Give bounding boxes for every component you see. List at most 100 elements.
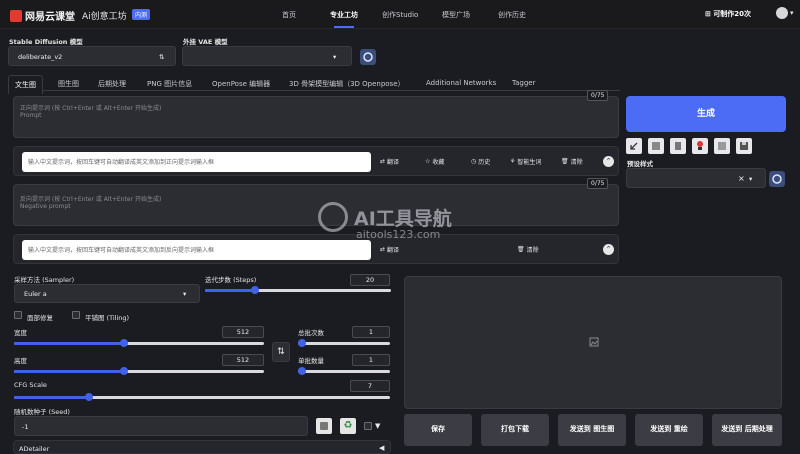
top-bar: 网易云课堂 Ai创意工坊 内测 首页 专业工坊 创作Studio 模型广场 创作… xyxy=(0,0,800,29)
swap-icon: ⇅ xyxy=(277,347,285,357)
cfg-scale-slider[interactable] xyxy=(14,393,390,401)
refresh-button[interactable] xyxy=(360,49,376,65)
cfg-scale-input[interactable]: 7 xyxy=(350,380,390,392)
tab-txt2img[interactable]: 文生图 xyxy=(8,75,43,94)
nav-pro-workshop[interactable]: 专业工坊 xyxy=(330,10,358,20)
tab-tagger[interactable]: Tagger xyxy=(512,79,535,87)
nav-home[interactable]: 首页 xyxy=(282,10,296,20)
tab-openpose[interactable]: OpenPose 编辑器 xyxy=(212,79,270,89)
batch-size-input[interactable]: 1 xyxy=(352,354,390,366)
credits-counter[interactable]: ⊞ 可制作20次 xyxy=(705,9,751,19)
sampler-select[interactable]: Euler a ▾ xyxy=(14,284,200,303)
save-button[interactable]: 保存 xyxy=(404,414,472,446)
clock-icon: ◷ xyxy=(471,158,477,165)
avatar[interactable] xyxy=(776,7,788,19)
download-zip-button[interactable]: 打包下载 xyxy=(481,414,549,446)
height-slider[interactable] xyxy=(14,367,264,375)
tiling-label: 平铺图 (Tiling) xyxy=(85,314,130,322)
trash-icon[interactable] xyxy=(670,138,686,154)
batch-size-slider[interactable] xyxy=(298,367,390,375)
nav-studio[interactable]: 创作Studio xyxy=(382,10,418,20)
width-input[interactable]: 512 xyxy=(222,326,264,338)
star-icon: ☆ xyxy=(425,158,431,165)
paste-icon[interactable] xyxy=(648,138,664,154)
favorite-button[interactable]: ☆ 收藏 xyxy=(425,157,444,166)
translate-button[interactable]: ⇄ 翻译 xyxy=(380,245,399,254)
negative-token-counter: 0/75 xyxy=(587,178,609,189)
negative-prompt-textarea[interactable]: 反向提示词 (按 Ctrl+Enter 或 Alt+Enter 开始生成) Ne… xyxy=(13,184,619,226)
refresh-icon xyxy=(363,52,373,62)
slider-handle[interactable] xyxy=(120,339,128,347)
brand-title: Ai创意工坊 xyxy=(82,12,127,22)
chevron-down-icon: ▾ xyxy=(183,290,187,298)
tiling-checkbox[interactable] xyxy=(72,311,80,319)
tab-additional-networks[interactable]: Additional Networks xyxy=(426,79,496,87)
red-dot-icon[interactable] xyxy=(692,138,708,154)
nav-active-indicator xyxy=(334,26,354,28)
collapse-icon[interactable]: ⌃ xyxy=(603,244,614,255)
smart-words-button[interactable]: ⚘ 智能生词 xyxy=(510,157,541,166)
steps-slider[interactable] xyxy=(205,286,391,294)
sd-model-select[interactable]: deliberate_v2 ⇅ xyxy=(8,46,176,66)
negative-cn-panel: 输入中文提示词，按回车键可自动翻译成英文添加到反向提示词输入框 ⇄ 翻译 🗑 清除 … xyxy=(13,234,619,264)
close-icon[interactable]: × xyxy=(738,174,745,183)
clipboard-icon[interactable] xyxy=(714,138,730,154)
preset-style-select[interactable]: × ▾ xyxy=(626,168,766,188)
generate-button[interactable]: 生成 xyxy=(626,96,786,132)
logo[interactable]: 网易云课堂 xyxy=(10,8,75,23)
cn-negative-input[interactable]: 输入中文提示词，按回车键可自动翻译成英文添加到反向提示词输入框 xyxy=(22,240,371,260)
nav-history[interactable]: 创作历史 xyxy=(498,10,526,20)
nav-model-square[interactable]: 模型广场 xyxy=(442,10,470,20)
prompt-textarea[interactable]: 正向提示词 (按 Ctrl+Enter 或 Alt+Enter 开始生成) Pr… xyxy=(13,96,619,138)
face-restore-checkbox[interactable] xyxy=(14,311,22,319)
arrow-icon[interactable] xyxy=(626,138,642,154)
batch-count-label: 总批次数 xyxy=(298,329,324,337)
adetailer-panel[interactable]: ADetailer ◀ xyxy=(13,440,391,454)
sd-model-label: Stable Diffusion 模型 xyxy=(9,38,83,46)
slider-handle[interactable] xyxy=(298,339,306,347)
cn-prompt-input[interactable]: 输入中文提示词，按回车键可自动翻译成英文添加到正向提示词输入框 xyxy=(22,152,371,172)
history-button[interactable]: ◷ 历史 xyxy=(471,157,490,166)
batch-size-label: 单批数量 xyxy=(298,357,324,365)
prompt-token-counter: 0/75 xyxy=(587,90,609,101)
chevron-down-icon: ▾ xyxy=(333,53,337,61)
batch-count-input[interactable]: 1 xyxy=(352,326,390,338)
sort-icon: ⇅ xyxy=(159,53,165,61)
translate-button[interactable]: ⇄ 翻译 xyxy=(380,157,399,166)
slider-handle[interactable] xyxy=(298,367,306,375)
steps-input[interactable]: 20 xyxy=(350,274,390,286)
send-to-inpaint-button[interactable]: 发送到 重绘 xyxy=(635,414,703,446)
slider-handle[interactable] xyxy=(85,393,94,401)
batch-count-slider[interactable] xyxy=(298,339,390,347)
watermark-title: AI工具导航 xyxy=(354,207,452,230)
recycle-icon[interactable]: ♻ xyxy=(340,418,356,434)
slider-handle[interactable] xyxy=(251,286,260,294)
tab-extras[interactable]: 后期处理 xyxy=(98,79,126,89)
nodes-icon: ⚘ xyxy=(510,158,516,165)
translate-icon: ⇄ xyxy=(380,246,386,253)
swap-dimensions-button[interactable]: ⇅ xyxy=(272,342,290,362)
chevron-down-icon[interactable]: ▾ xyxy=(790,9,794,17)
send-to-extras-button[interactable]: 发送到 后期处理 xyxy=(712,414,782,446)
width-slider[interactable] xyxy=(14,339,264,347)
send-to-img2img-button[interactable]: 发送到 图生图 xyxy=(558,414,626,446)
collapse-icon[interactable]: ⌃ xyxy=(603,156,614,167)
clear-button[interactable]: 🗑 清除 xyxy=(561,157,583,166)
logo-text: 网易云课堂 xyxy=(25,12,75,23)
triangle-down-icon[interactable]: ▼ xyxy=(375,422,380,430)
height-input[interactable]: 512 xyxy=(222,354,264,366)
clear-button[interactable]: 🗑 清除 xyxy=(517,245,539,254)
slider-handle[interactable] xyxy=(120,367,128,375)
vae-model-select[interactable]: ▾ xyxy=(182,46,352,66)
main-tabs: 文生图 图生图 后期处理 PNG 图片信息 OpenPose 编辑器 3D 骨架… xyxy=(8,75,620,94)
refresh-button[interactable] xyxy=(769,171,785,187)
extra-seed-checkbox[interactable] xyxy=(364,422,372,430)
vae-model-label: 外挂 VAE 模型 xyxy=(183,38,228,46)
tab-png-info[interactable]: PNG 图片信息 xyxy=(147,79,192,89)
dice-icon[interactable] xyxy=(316,418,332,434)
seed-input[interactable]: -1 xyxy=(14,416,308,436)
tab-img2img[interactable]: 图生图 xyxy=(58,79,79,89)
save-icon[interactable] xyxy=(736,138,752,154)
tab-3d-openpose[interactable]: 3D 骨架模型编辑（3D Openpose） xyxy=(289,79,405,89)
preset-style-label: 预设样式 xyxy=(627,160,653,168)
